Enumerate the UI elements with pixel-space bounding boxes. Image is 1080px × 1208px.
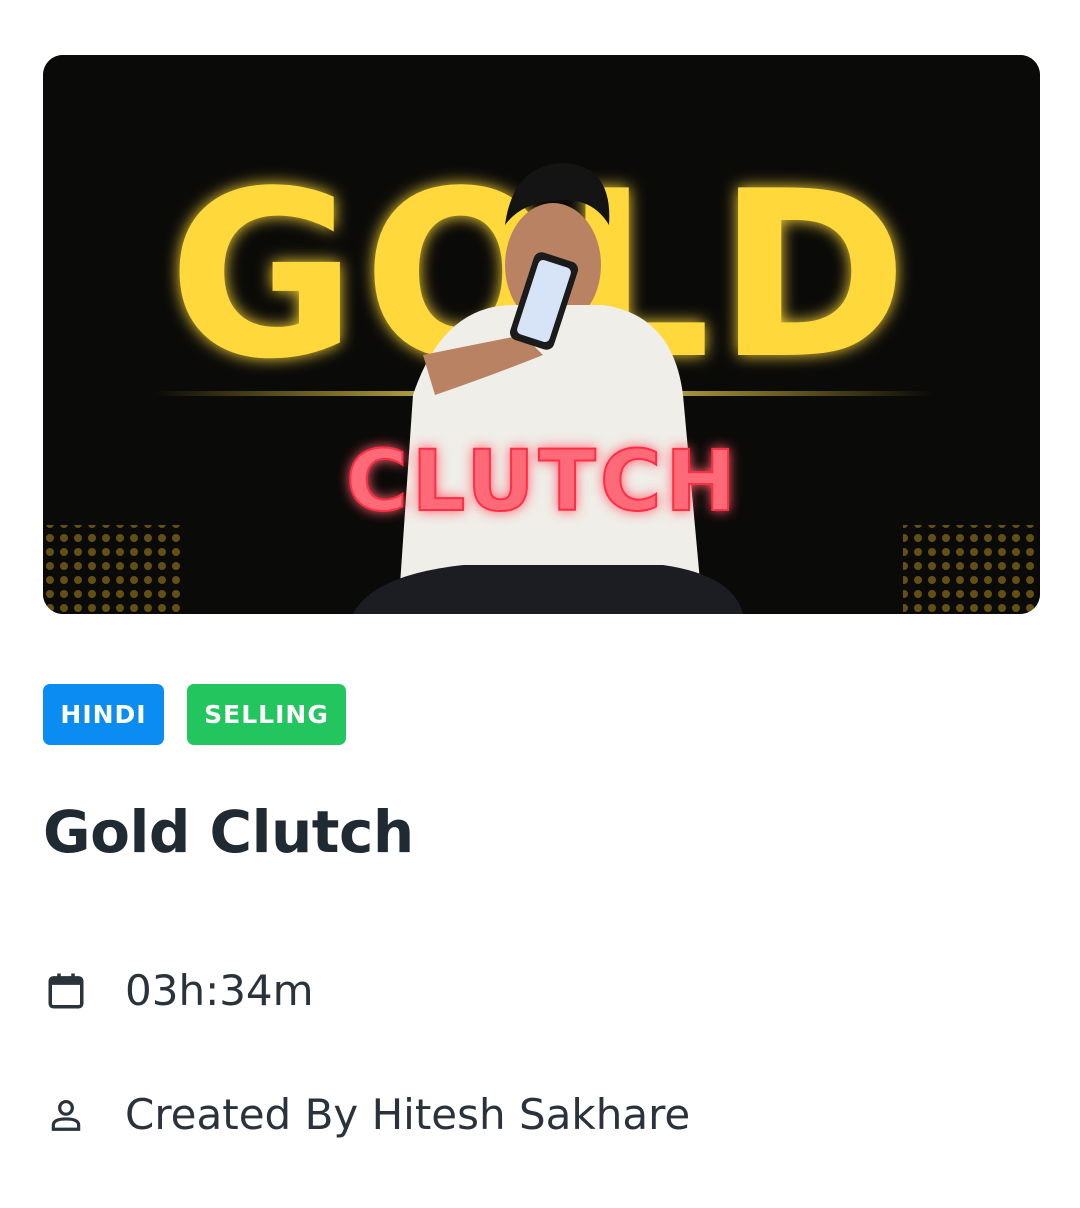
person-icon [43,1092,89,1138]
course-thumbnail[interactable]: GOLD CLUTCH [43,55,1040,614]
dots-left-decoration [43,525,183,614]
creator-text: Created By Hitesh Sakhare [125,1090,691,1139]
thumbnail-subheadline: CLUTCH [346,432,740,530]
tag-list: HINDI SELLING [43,684,346,745]
duration-text: 03h:34m [125,966,314,1015]
creator-row: Created By Hitesh Sakhare [43,1090,690,1139]
category-tag: SELLING [187,684,346,745]
duration-row: 03h:34m [43,966,314,1015]
course-title: Gold Clutch [43,798,414,866]
dots-right-decoration [903,525,1040,614]
language-tag: HINDI [43,684,164,745]
calendar-icon [43,968,89,1014]
thumbnail-artwork: GOLD CLUTCH [43,55,1040,614]
course-detail-page: GOLD CLUTCH HINDI SELLING Gold Clutch [0,0,1080,1208]
